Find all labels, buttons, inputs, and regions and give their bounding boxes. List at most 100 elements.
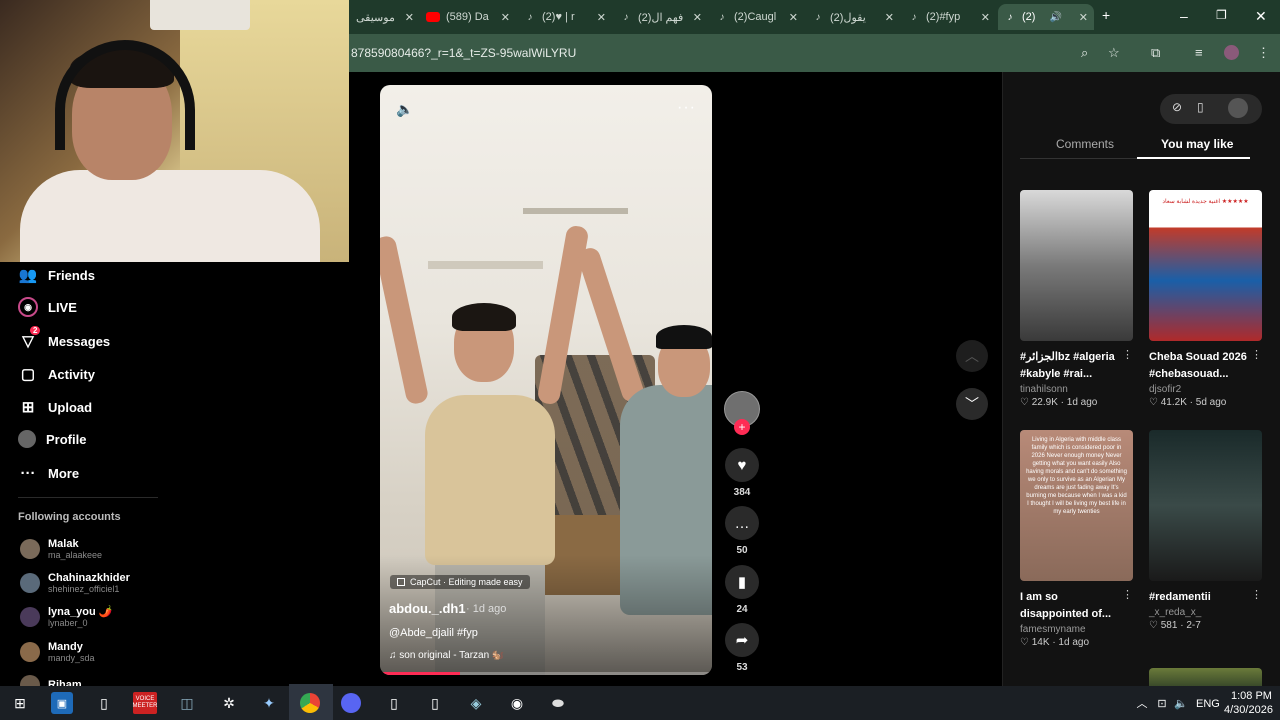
file-icon[interactable]: ▯: [424, 692, 446, 714]
close-tab-icon[interactable]: ✕: [1079, 11, 1088, 24]
share-icon: ➦: [725, 623, 759, 657]
more-options-icon[interactable]: ⋮: [1251, 348, 1262, 361]
video-thumbnail[interactable]: [1149, 430, 1262, 581]
sidebar-item-activity[interactable]: ▢ Activity: [18, 364, 95, 384]
browser-tab-active[interactable]: ♪ (2) 🔊 ✕: [998, 4, 1094, 30]
steam-icon[interactable]: ◈: [465, 692, 487, 714]
restore-icon[interactable]: ❐: [1216, 8, 1227, 22]
extensions-icon[interactable]: ⧉: [1151, 45, 1160, 61]
browser-tab[interactable]: موسيقى ✕: [350, 4, 420, 30]
close-tab-icon[interactable]: ✕: [597, 11, 606, 24]
share-count: 53: [736, 662, 748, 673]
previous-video-button[interactable]: ︿: [956, 340, 988, 372]
following-account-item[interactable]: Chahinazkhider shehinez_officiel1: [20, 572, 130, 594]
close-tab-icon[interactable]: ✕: [405, 11, 414, 24]
url-field[interactable]: 87859080466?_r=1&_t=ZS-95walWiLYRU: [351, 46, 576, 60]
tab-comments[interactable]: Comments: [1056, 137, 1114, 151]
video-progress-bar[interactable]: [380, 672, 712, 675]
comment-button[interactable]: … 50: [724, 506, 760, 556]
voicemeeter-icon[interactable]: VOICE MEETER: [133, 692, 158, 714]
panel-avatar[interactable]: [1228, 98, 1248, 118]
next-video-button[interactable]: ﹀: [956, 388, 988, 420]
app-icon[interactable]: ✦: [258, 692, 280, 714]
following-account-item[interactable]: lyna_you 🌶️ lynaber_0: [20, 606, 112, 628]
more-options-icon[interactable]: ⋮: [1251, 588, 1262, 601]
video-thumbnail[interactable]: Living in Algeria with middle class fami…: [1020, 430, 1133, 581]
close-tab-icon[interactable]: ✕: [981, 11, 990, 24]
file-icon[interactable]: ▯: [383, 692, 405, 714]
minimize-icon[interactable]: –: [1180, 8, 1188, 24]
obs-icon[interactable]: ◉: [506, 692, 528, 714]
speaker-icon[interactable]: 🔊: [1049, 12, 1061, 23]
phone-icon[interactable]: ▯: [1197, 100, 1204, 114]
browser-tab[interactable]: (589) Da ✕: [420, 4, 516, 30]
following-account-item[interactable]: Malak ma_alaakeee: [20, 538, 102, 560]
video-thumbnail[interactable]: [1020, 190, 1133, 341]
discord-icon[interactable]: [341, 693, 361, 713]
sidebar-item-live[interactable]: ◉ LIVE: [18, 297, 77, 317]
save-button[interactable]: ▮ 24: [724, 565, 760, 615]
browser-tab[interactable]: ♪ (2)#fyp ✕: [902, 4, 996, 30]
search-icon[interactable]: ⌕: [1081, 45, 1088, 61]
browser-tab[interactable]: ♪ (2)فهم ال ✕: [614, 4, 708, 30]
close-tab-icon[interactable]: ✕: [693, 11, 702, 24]
video-thumbnail[interactable]: [1149, 668, 1262, 686]
video-thumbnail[interactable]: اغنية جديدة لشابة سعاد ★★★★★: [1149, 190, 1262, 341]
video-caption[interactable]: @Abde_djalil #fyp: [389, 627, 478, 639]
tab-you-may-like[interactable]: You may like: [1161, 137, 1233, 151]
messages-icon: ▽ 2: [18, 326, 41, 351]
clock-time[interactable]: 1:08 PM: [1231, 690, 1272, 702]
store-icon[interactable]: ▣: [51, 692, 73, 714]
menu-kebab-icon[interactable]: ⋮: [1257, 45, 1270, 61]
close-window-icon[interactable]: ✕: [1255, 8, 1267, 25]
suggested-video-card[interactable]: ⋮ #الجزائرbz #algeria #kabyle #rai... ti…: [1020, 190, 1135, 408]
video-author[interactable]: abdou._.dh1: [389, 601, 466, 616]
app-icon[interactable]: ◫: [176, 692, 198, 714]
suggested-video-card[interactable]: ⋮ #redamentii _x_reda_x_ ♡ 581 · 2-7: [1149, 430, 1264, 631]
chrome-icon[interactable]: [300, 693, 320, 713]
sidebar-item-profile[interactable]: Profile: [18, 430, 86, 448]
compass-icon[interactable]: ⊘: [1172, 100, 1182, 114]
capcut-badge[interactable]: CapCut · Editing made easy: [390, 575, 530, 589]
volume-icon[interactable]: 🔈: [396, 101, 413, 118]
clock-date[interactable]: 4/30/2026: [1224, 704, 1273, 716]
more-options-icon[interactable]: ⋮: [1122, 588, 1133, 601]
profile-avatar[interactable]: [1224, 45, 1239, 60]
language-indicator[interactable]: ENG: [1196, 698, 1220, 710]
activity-icon: ▢: [20, 366, 36, 383]
steam-gear-icon[interactable]: ✲: [218, 692, 240, 714]
browser-tab[interactable]: ♪ (2)♥ | r ✕: [518, 4, 612, 30]
tiktok-icon: ♪: [719, 11, 725, 23]
new-tab-icon[interactable]: +: [1102, 7, 1110, 23]
close-tab-icon[interactable]: ✕: [501, 11, 510, 24]
bookmark-star-icon[interactable]: ☆: [1108, 45, 1120, 61]
suggested-video-card[interactable]: Living in Algeria with middle class fami…: [1020, 430, 1135, 648]
file-icon[interactable]: ▯: [93, 692, 115, 714]
tiktok-icon: ♪: [911, 11, 917, 23]
video-player[interactable]: 🔈 ··· CapCut · Editing made easy abdou._…: [380, 85, 712, 675]
browser-tab[interactable]: ♪ (2)يقول ✕: [806, 4, 900, 30]
close-tab-icon[interactable]: ✕: [789, 11, 798, 24]
sidebar-item-label: Friends: [48, 267, 95, 283]
share-button[interactable]: ➦ 53: [724, 623, 760, 673]
video-music[interactable]: ♫ son original - Tarzan 🐿️: [389, 650, 504, 661]
more-options-icon[interactable]: ···: [677, 99, 696, 117]
chevron-up-icon[interactable]: ︿: [1131, 692, 1153, 714]
app-icon[interactable]: ⬬: [547, 692, 569, 714]
sidebar-item-friends[interactable]: 👥 Friends: [18, 265, 95, 285]
close-tab-icon[interactable]: ✕: [885, 11, 894, 24]
more-options-icon[interactable]: ⋮: [1122, 348, 1133, 361]
sidebar-item-messages[interactable]: ▽ 2 Messages: [18, 326, 110, 351]
tiktok-icon: ♪: [623, 11, 629, 23]
windows-start-icon[interactable]: ⊞: [9, 692, 31, 714]
account-name: lyna_you 🌶️: [48, 606, 113, 618]
like-button[interactable]: ♥ 384: [724, 448, 760, 498]
following-account-item[interactable]: Mandy mandy_sda: [20, 641, 95, 663]
sidebar-item-more[interactable]: ··· More: [18, 463, 80, 483]
suggested-video-card[interactable]: اغنية جديدة لشابة سعاد ★★★★★ ⋮ Cheba Sou…: [1149, 190, 1264, 408]
sidebar-item-upload[interactable]: ⊞ Upload: [18, 397, 92, 417]
media-control-icon[interactable]: ≡: [1195, 45, 1203, 60]
follow-plus-icon[interactable]: +: [734, 419, 750, 435]
volume-icon[interactable]: 🔈: [1170, 692, 1192, 714]
browser-tab[interactable]: ♪ (2)Caugl ✕: [710, 4, 804, 30]
